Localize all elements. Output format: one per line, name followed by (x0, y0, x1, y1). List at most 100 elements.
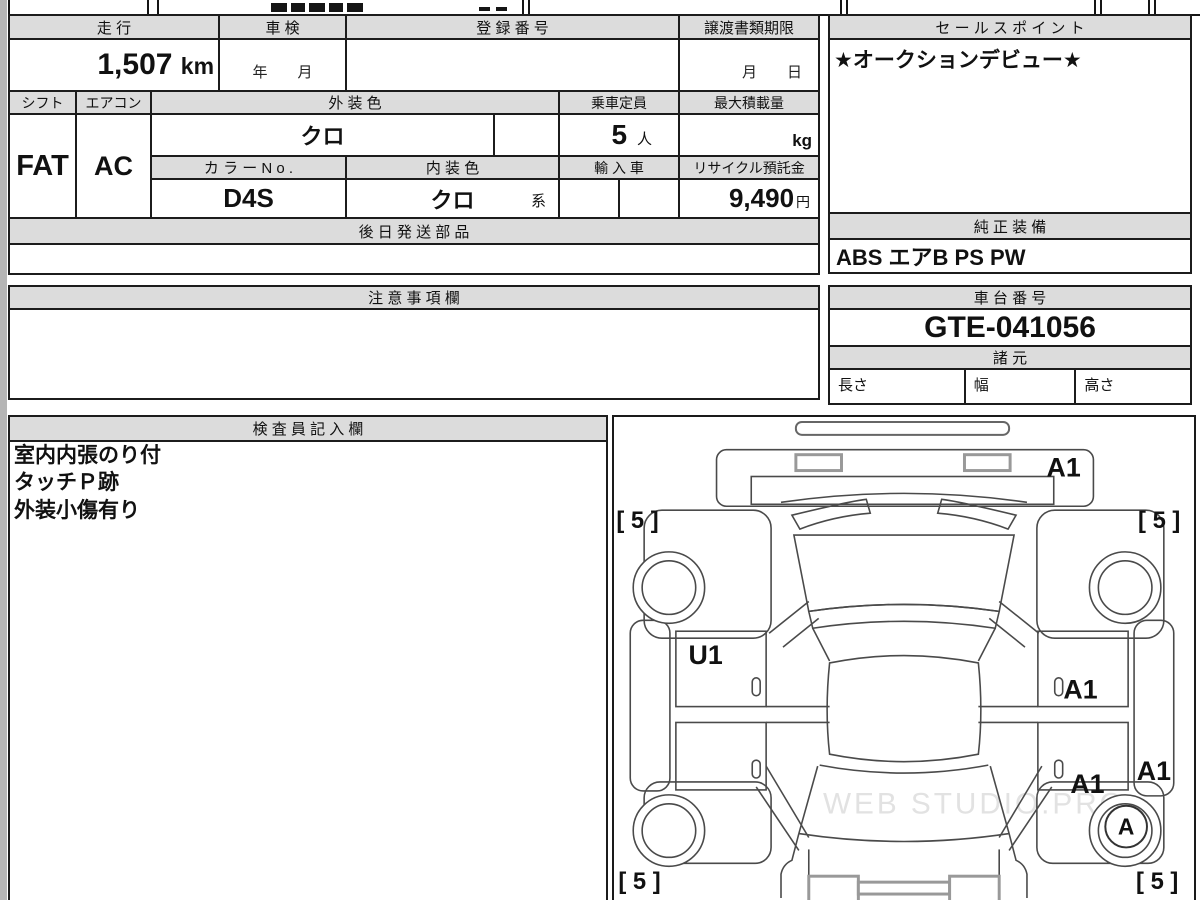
scan-edge (0, 0, 7, 900)
notes-body (8, 308, 820, 400)
shift-header: シフト (8, 90, 77, 115)
color-no-header: カ ラ ー N o . (149, 155, 348, 180)
tire-score-rear-right: [ 5 ] (1136, 868, 1178, 895)
car-outline-svg: WEB STUDIO.PRO A1 U1 A1 A1 A1 A [5] [… (616, 420, 1180, 900)
damage-front-bumper: A1 (1047, 453, 1081, 483)
recycle-unit: 円 (796, 194, 811, 210)
transfer-deadline-value: 月 日 (678, 38, 821, 92)
later-parts-header: 後 日 発 送 部 品 (7, 217, 821, 245)
chassis-number: GTE-041056 (828, 308, 1192, 347)
sales-point-body: ★オークションデビュー★ (828, 38, 1192, 214)
inspector-header: 検 査 員 記 入 欄 (8, 415, 608, 442)
recycle-value: 9,490 円 (678, 178, 821, 219)
equipment-header: 純 正 装 備 (828, 212, 1192, 240)
a-pillar-left-2 (782, 617, 820, 648)
registration-value (345, 38, 681, 92)
damage-door-rear-right: A1 (1070, 769, 1104, 799)
hood-side-right (977, 627, 996, 662)
inspector-body: 室内内張のり付 タッチＰ跡 外装小傷有り (8, 440, 608, 900)
hood-band (807, 603, 1001, 630)
wheel-front-right (1088, 551, 1162, 625)
color-no-value: D4S (149, 178, 348, 219)
a-pillar-left-1 (768, 600, 810, 634)
chassis-header: 車 台 番 号 (828, 285, 1192, 310)
handle-rear-right (1053, 759, 1064, 779)
max-load-header: 最大積載量 (678, 90, 821, 115)
interior-color-header: 内 装 色 (345, 155, 561, 180)
interior-color-suffix: 系 (531, 193, 547, 210)
wheel-front-left (632, 551, 706, 625)
inspector-line-3: 外装小傷有り (14, 498, 140, 522)
spec-height: 高さ (1074, 368, 1192, 405)
a-pillar-right-2 (988, 617, 1026, 648)
mileage-value: 1,507 km (7, 38, 221, 92)
import-value-cell-1 (558, 178, 621, 219)
tire-score-rear-left: [ 5 ] (618, 868, 660, 895)
damage-door-front-right: A1 (1063, 675, 1097, 705)
capacity-unit: 人 (637, 131, 653, 148)
inspector-line-2: タッチＰ跡 (14, 471, 119, 495)
mileage-unit: km (180, 53, 215, 79)
tire-score-front-left: [ 5 ] (616, 507, 658, 534)
wheel-rear-left (632, 794, 706, 868)
capacity-header: 乗車定員 (558, 90, 681, 115)
interior-color-value: クロ 系 (345, 178, 561, 219)
front-bumper-strip (794, 420, 1011, 436)
tire-score-front-right: [ 5 ] (1138, 507, 1180, 534)
chassis-block: 車 台 番 号 GTE-041056 諸 元 長さ 幅 高さ (828, 285, 1192, 405)
headlight-left (794, 453, 843, 473)
c-pillar-left-2 (755, 786, 800, 851)
shift-value: FAT (8, 113, 77, 219)
car-damage-diagram: WEB STUDIO.PRO A1 U1 A1 A1 A1 A [5] [… (612, 415, 1196, 900)
damage-quarter-right: A1 (1137, 756, 1171, 786)
cowl-line (780, 492, 1028, 504)
aircon-header: エアコン (75, 90, 152, 115)
inspector-line-1: 室内内張のり付 (14, 444, 161, 467)
roof-rear-edge (819, 764, 989, 774)
vehicle-info-table: 走 行 車 検 登 録 番 号 譲渡書類期限 1,507 km 年 月 月 日 … (7, 14, 821, 275)
inspection-value: 年 月 (218, 38, 348, 92)
import-header: 輸 入 車 (558, 155, 681, 180)
sill-left (629, 619, 671, 792)
inspection-header: 車 検 (218, 14, 348, 40)
c-pillar-left-1 (765, 765, 810, 838)
rear-bumper-right (948, 874, 1001, 900)
sales-point-header: セ ー ル ス ポ イ ン ト (828, 14, 1192, 40)
aircon-value: AC (75, 113, 152, 219)
auction-sheet: 走 行 車 検 登 録 番 号 譲渡書類期限 1,507 km 年 月 月 日 … (0, 0, 1200, 900)
rear-bumper-left (807, 874, 860, 900)
rear-glass-left (798, 765, 819, 834)
recycle-header: リサイクル預託金 (678, 155, 821, 180)
max-load-value: kg (678, 113, 821, 157)
exterior-color-value: クロ (149, 113, 496, 157)
notes-block: 注 意 事 項 欄 (8, 285, 820, 400)
registration-header: 登 録 番 号 (345, 14, 681, 40)
door-rear-left (675, 721, 767, 791)
exterior-color-header: 外 装 色 (149, 90, 561, 115)
capacity-value: 5人 (558, 113, 681, 157)
spec-length: 長さ (828, 368, 966, 405)
front-panel (715, 448, 1095, 508)
equipment-value: ABS エアB PS PW (828, 238, 1192, 274)
import-value-cell-2 (618, 178, 681, 219)
spec-header: 諸 元 (828, 345, 1192, 370)
damage-door-front-left: U1 (689, 640, 723, 670)
mileage-header: 走 行 (7, 14, 221, 40)
rear-bumper-center (856, 880, 952, 896)
headlight-right (962, 453, 1012, 473)
later-parts-value (7, 243, 821, 275)
sales-point-text: ★オークションデビュー★ (834, 49, 1082, 72)
rear-corner-left (780, 833, 800, 899)
inspector-block: 検 査 員 記 入 欄 室内内張のり付 タッチＰ跡 外装小傷有り (8, 415, 608, 900)
spec-width: 幅 (963, 368, 1077, 405)
transfer-deadline-header: 譲渡書類期限 (678, 14, 821, 40)
rear-glass-bottom (798, 832, 1010, 843)
exterior-color-extra-cell (493, 113, 561, 157)
a-pillar-right-1 (998, 600, 1040, 634)
grade-letter: A (1118, 814, 1134, 840)
handle-front-left (751, 677, 761, 697)
handle-front-right (1053, 677, 1064, 697)
sales-point-block: セ ー ル ス ポ イ ン ト ★オークションデビュー★ 純 正 装 備 ABS… (828, 14, 1192, 274)
notes-header: 注 意 事 項 欄 (8, 285, 820, 310)
handle-rear-left (751, 759, 761, 779)
